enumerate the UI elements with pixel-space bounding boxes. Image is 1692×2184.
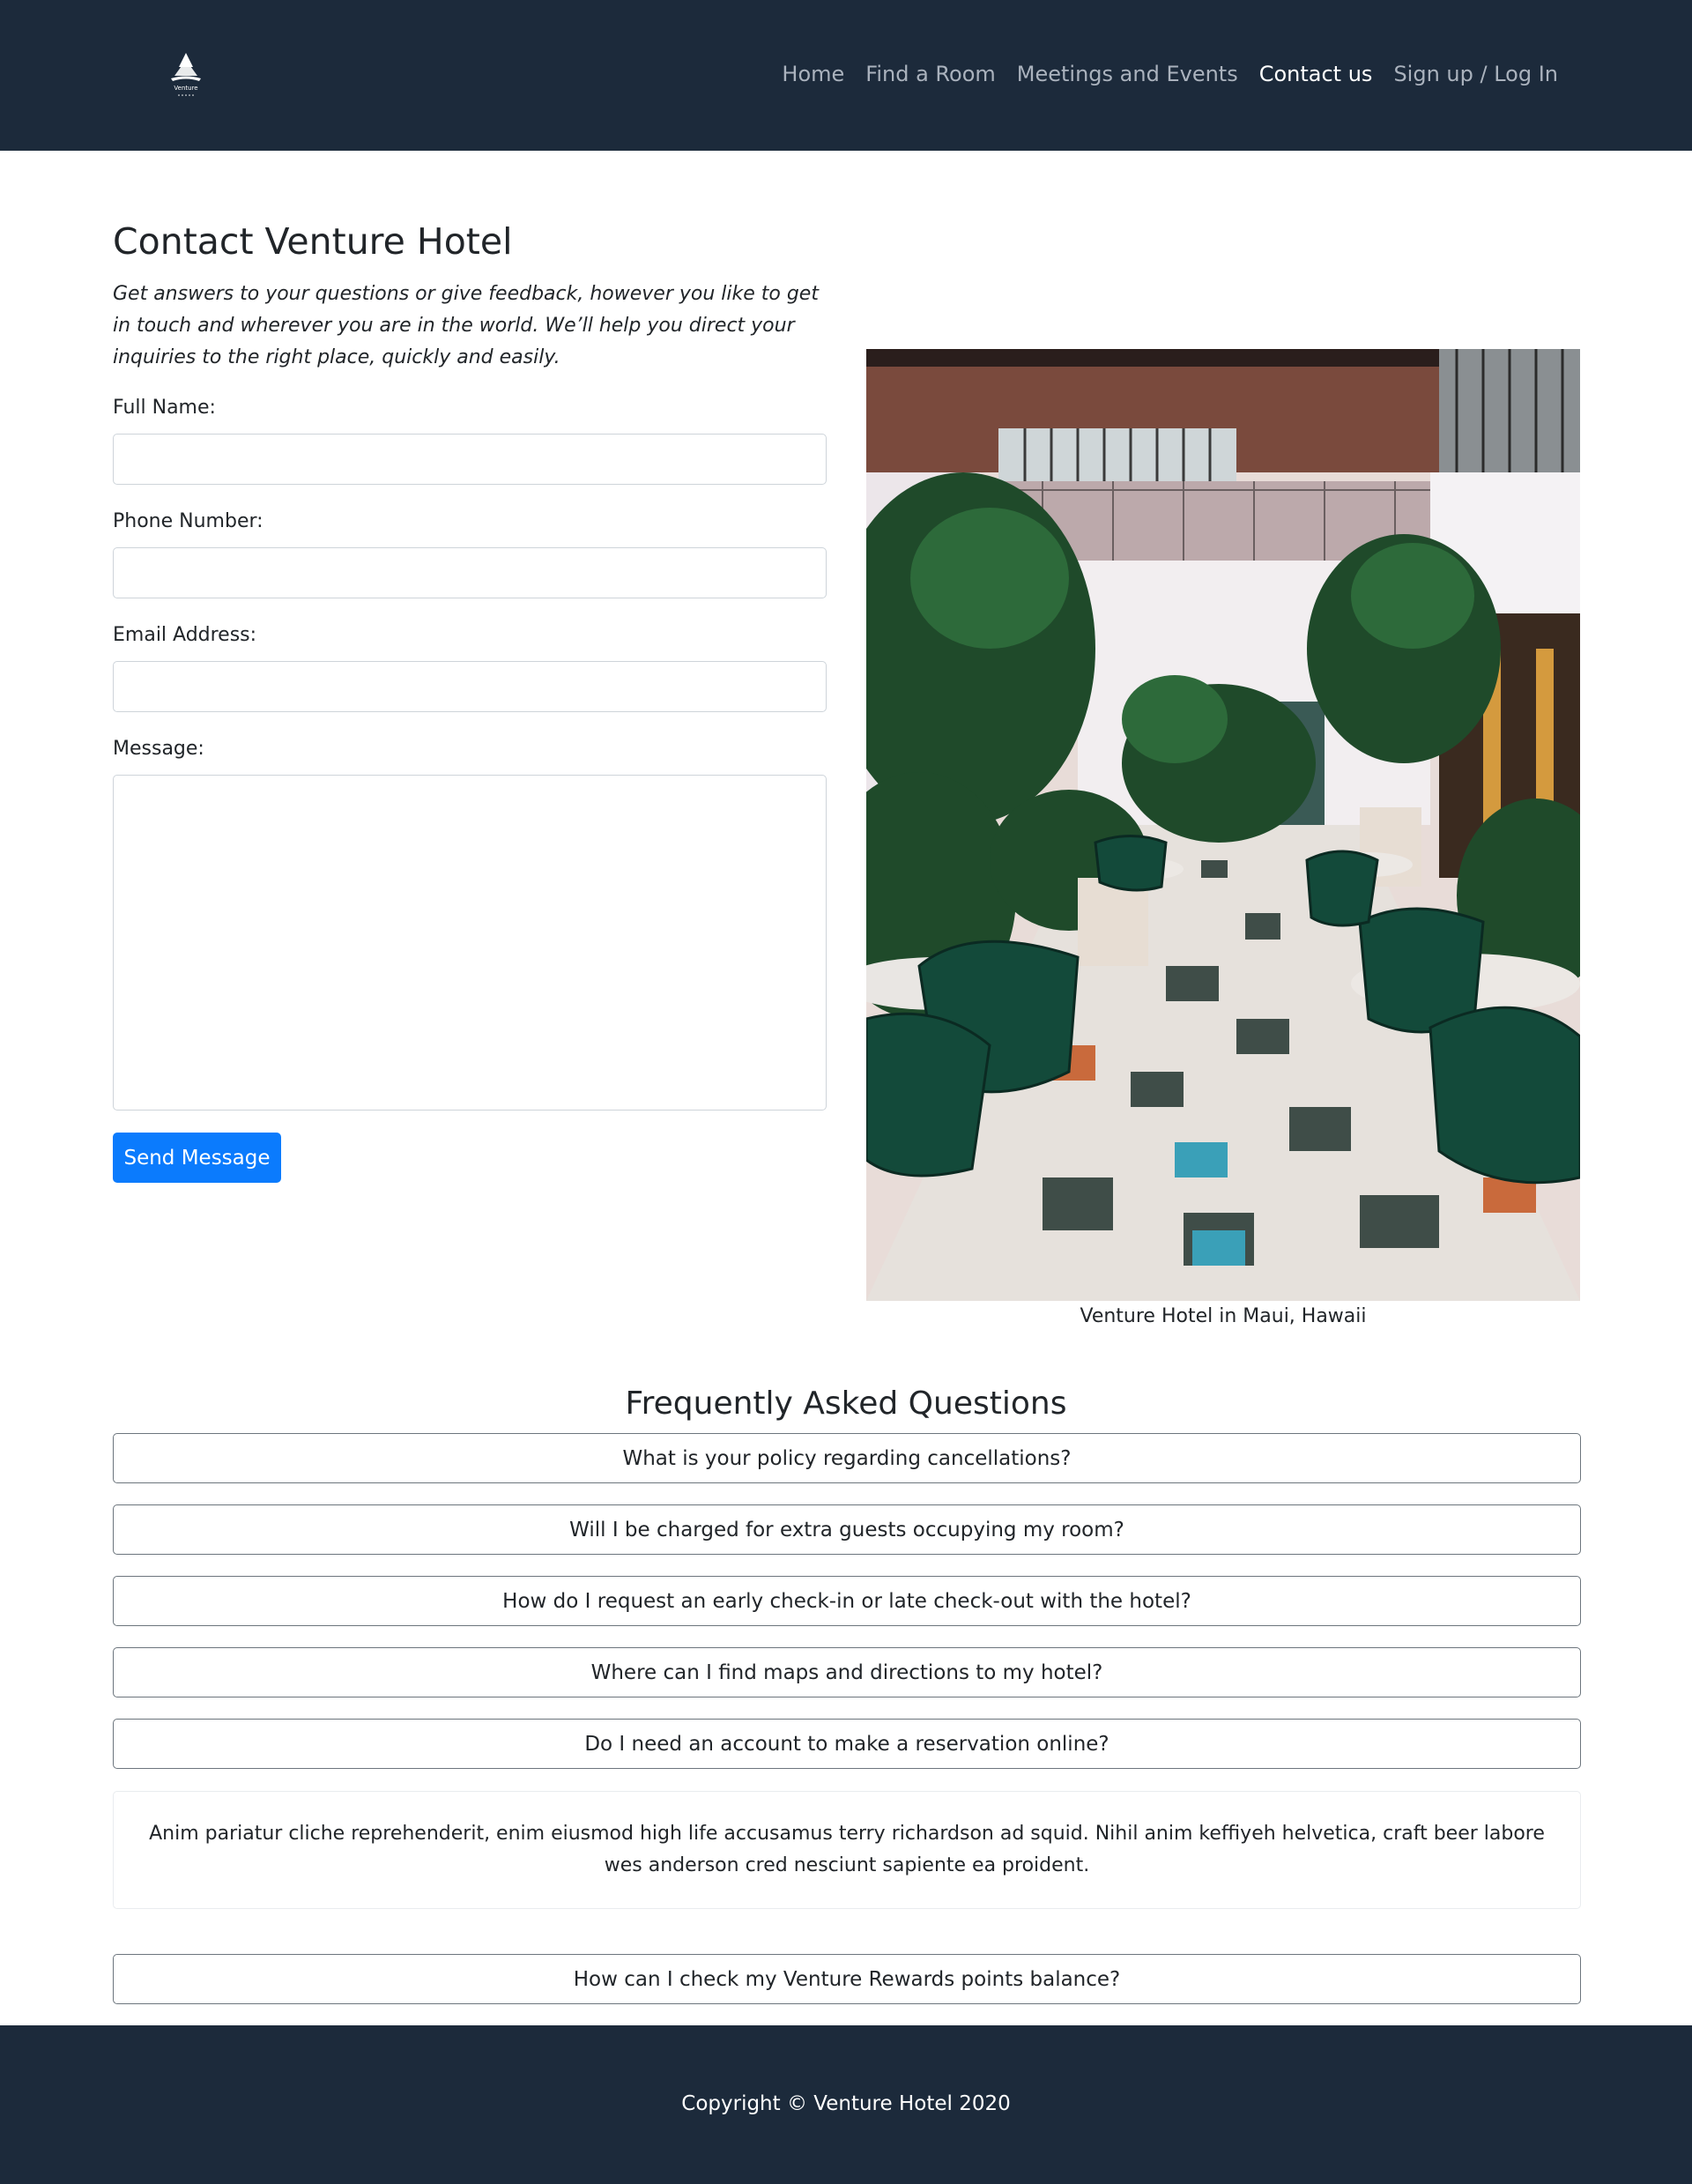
- faq-question-2[interactable]: Will I be charged for extra guests occup…: [113, 1504, 1581, 1555]
- phone-number-label: Phone Number:: [113, 510, 263, 532]
- faq-title: Frequently Asked Questions: [625, 1385, 1067, 1422]
- faq-question-3[interactable]: How do I request an early check-in or la…: [113, 1576, 1581, 1626]
- phone-number-input[interactable]: [113, 547, 827, 598]
- navbar: Venture Home Find a Room Meetings and Ev…: [0, 0, 1692, 151]
- full-name-input[interactable]: [113, 434, 827, 485]
- intro-text: Get answers to your questions or give fe…: [113, 283, 819, 368]
- copyright-text: Copyright © Venture Hotel 2020: [681, 2092, 1011, 2115]
- email-address-input[interactable]: [113, 661, 827, 712]
- faq-answer-5: Anim pariatur cliche reprehenderit, enim…: [113, 1791, 1581, 1909]
- photo-caption: Venture Hotel in Maui, Hawaii: [1080, 1305, 1367, 1327]
- nav-sign-up-log-in[interactable]: Sign up / Log In: [1383, 62, 1569, 86]
- page-title: Contact Venture Hotel: [113, 220, 513, 263]
- brand-logo[interactable]: Venture: [164, 49, 208, 99]
- send-message-button[interactable]: Send Message: [113, 1133, 281, 1183]
- svg-text:Venture: Venture: [174, 85, 197, 92]
- full-name-label: Full Name:: [113, 397, 216, 419]
- nav-find-a-room[interactable]: Find a Room: [855, 62, 1006, 86]
- faq-question-5[interactable]: Do I need an account to make a reservati…: [113, 1719, 1581, 1769]
- message-label: Message:: [113, 738, 204, 760]
- faq-question-6[interactable]: How can I check my Venture Rewards point…: [113, 1954, 1581, 2004]
- hotel-photo: [866, 349, 1580, 1301]
- nav-meetings-and-events[interactable]: Meetings and Events: [1006, 62, 1249, 86]
- main-nav: Home Find a Room Meetings and Events Con…: [771, 62, 1569, 86]
- footer: Copyright © Venture Hotel 2020: [0, 2025, 1692, 2184]
- nav-contact-us[interactable]: Contact us: [1249, 62, 1384, 86]
- email-address-label: Email Address:: [113, 624, 257, 646]
- message-textarea[interactable]: [113, 775, 827, 1111]
- nav-home[interactable]: Home: [771, 62, 855, 86]
- hotel-courtyard-image: [866, 349, 1580, 1301]
- faq-question-1[interactable]: What is your policy regarding cancellati…: [113, 1433, 1581, 1483]
- hotel-sail-logo-icon: Venture: [171, 53, 201, 96]
- faq-question-4[interactable]: Where can I find maps and directions to …: [113, 1647, 1581, 1697]
